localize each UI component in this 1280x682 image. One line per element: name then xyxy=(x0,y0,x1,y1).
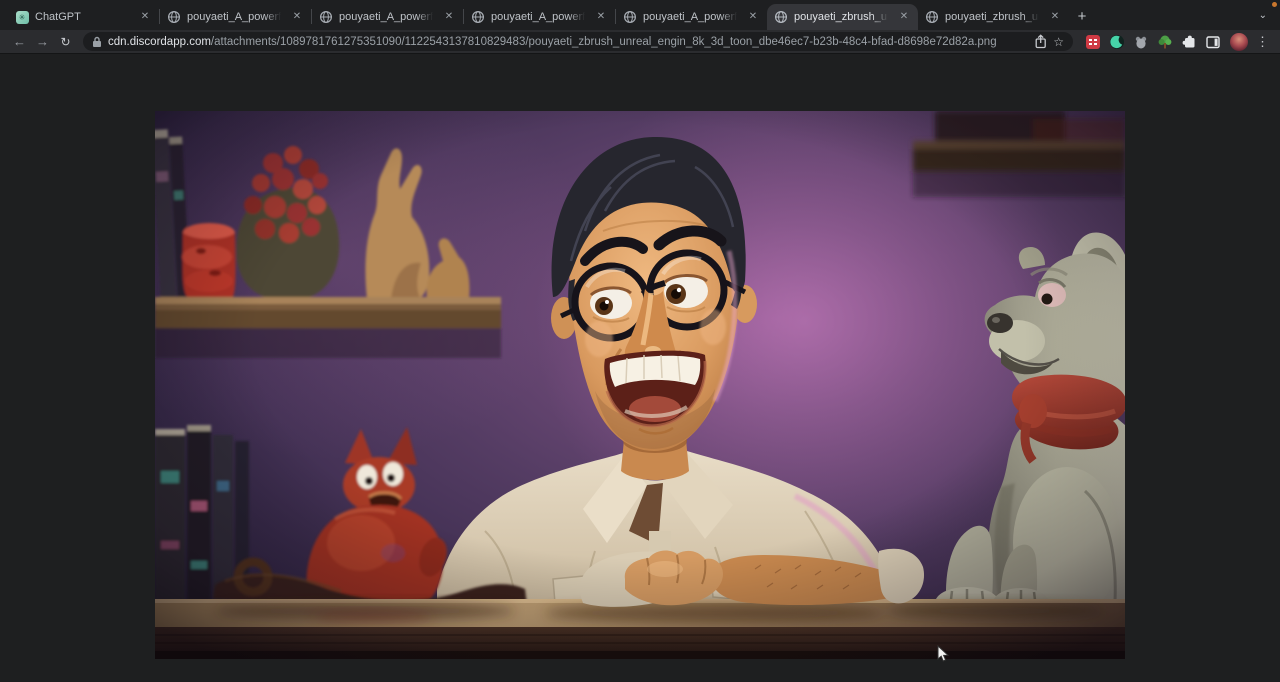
tab-close-icon[interactable]: ✕ xyxy=(1048,10,1062,24)
tab-strip: ✳ ChatGPT ✕ pouyaeti_A_powerful_modern ✕… xyxy=(0,0,1280,30)
side-panel-icon[interactable] xyxy=(1205,34,1221,50)
menu-kebab-icon[interactable]: ⋮ xyxy=(1254,34,1271,50)
tab-pouyaeti-4[interactable]: pouyaeti_A_powerful_modern ✕ xyxy=(616,4,767,30)
mouse-cursor xyxy=(937,645,949,668)
tab-chatgpt[interactable]: ✳ ChatGPT ✕ xyxy=(8,4,159,30)
url-domain: cdn.discordapp.com xyxy=(108,36,211,48)
tab-title: ChatGPT xyxy=(35,11,132,23)
tab-close-icon[interactable]: ✕ xyxy=(290,10,304,24)
crescent-moon-extension-icon[interactable] xyxy=(1109,34,1125,50)
tab-pouyaeti-3[interactable]: pouyaeti_A_powerful_modern ✕ xyxy=(464,4,615,30)
globe-favicon-icon xyxy=(774,10,788,24)
globe-favicon-icon xyxy=(925,10,939,24)
tree-extension-icon[interactable] xyxy=(1157,34,1173,50)
globe-favicon-icon xyxy=(167,10,181,24)
extensions-row xyxy=(1080,34,1221,50)
forward-icon[interactable]: → xyxy=(32,35,53,48)
tab-close-icon[interactable]: ✕ xyxy=(897,10,911,24)
globe-favicon-icon xyxy=(319,10,333,24)
extensions-puzzle-icon[interactable] xyxy=(1181,34,1197,50)
tab-pouyaeti-1[interactable]: pouyaeti_A_powerful_modern ✕ xyxy=(160,4,311,30)
globe-favicon-icon xyxy=(471,10,485,24)
back-icon[interactable]: ← xyxy=(9,35,30,48)
tab-title: pouyaeti_A_powerful_modern xyxy=(187,11,284,23)
tab-close-icon[interactable]: ✕ xyxy=(594,10,608,24)
tab-title: pouyaeti_zbrush_unreal_engi xyxy=(945,11,1042,23)
url-path: /attachments/1089781761275351090/1122543… xyxy=(211,36,997,48)
vignette xyxy=(155,111,1125,659)
browser-toolbar: ← → ↻ cdn.discordapp.com/attachments/108… xyxy=(0,30,1280,54)
tab-close-icon[interactable]: ✕ xyxy=(138,10,152,24)
mouse-extension-icon[interactable] xyxy=(1133,34,1149,50)
tab-close-icon[interactable]: ✕ xyxy=(746,10,760,24)
tab-search-chevron-icon[interactable]: ⌄ xyxy=(1259,10,1267,21)
discord-attachment-image[interactable] xyxy=(155,111,1125,659)
share-icon[interactable] xyxy=(1034,34,1047,49)
reload-icon[interactable]: ↻ xyxy=(55,36,76,48)
red-grid-extension-icon[interactable] xyxy=(1085,34,1101,50)
tab-title: pouyaeti_zbrush_unreal_engin xyxy=(794,11,891,23)
recording-indicator-dot xyxy=(1272,2,1277,7)
globe-favicon-icon xyxy=(623,10,637,24)
new-tab-button[interactable]: + xyxy=(1069,3,1095,29)
tab-pouyaeti-zbrush-2[interactable]: pouyaeti_zbrush_unreal_engi ✕ xyxy=(918,4,1069,30)
tab-close-icon[interactable]: ✕ xyxy=(442,10,456,24)
bookmark-star-icon[interactable]: ☆ xyxy=(1053,35,1064,49)
chatgpt-favicon-icon: ✳ xyxy=(15,10,29,24)
page-content xyxy=(0,54,1280,681)
url-text: cdn.discordapp.com/attachments/108978176… xyxy=(108,36,1028,48)
tab-pouyaeti-zbrush-active[interactable]: pouyaeti_zbrush_unreal_engin ✕ xyxy=(767,4,918,30)
profile-avatar[interactable] xyxy=(1230,33,1248,51)
tab-title: pouyaeti_A_powerful_modern xyxy=(339,11,436,23)
tab-title: pouyaeti_A_powerful_modern xyxy=(491,11,588,23)
tab-title: pouyaeti_A_powerful_modern xyxy=(643,11,740,23)
address-bar[interactable]: cdn.discordapp.com/attachments/108978176… xyxy=(83,32,1073,51)
lock-icon[interactable] xyxy=(92,36,102,48)
tab-pouyaeti-2[interactable]: pouyaeti_A_powerful_modern ✕ xyxy=(312,4,463,30)
